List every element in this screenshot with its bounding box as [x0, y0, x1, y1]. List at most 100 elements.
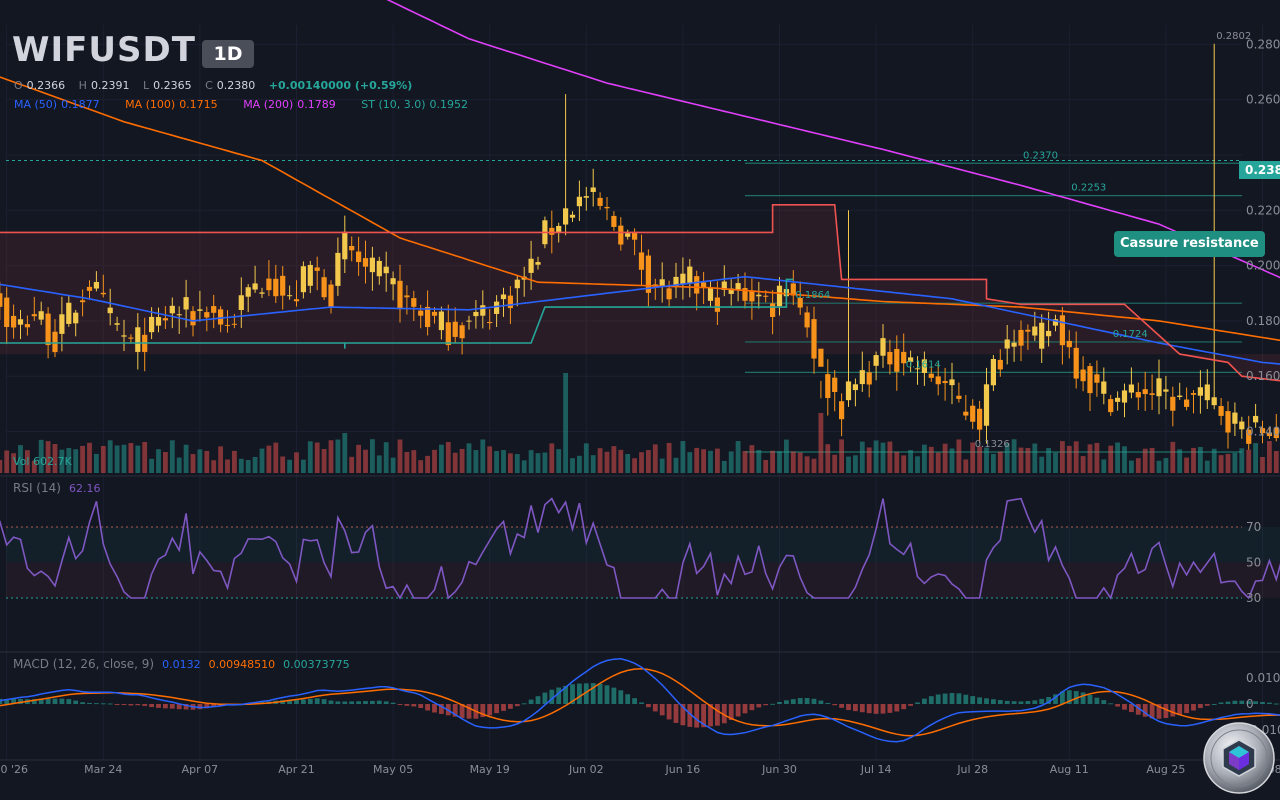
price-axis-tick: 0.200 [1246, 259, 1280, 273]
volume-bar [1273, 451, 1279, 473]
candle-body [397, 280, 403, 310]
volume-bar [811, 458, 817, 473]
macd-histogram-bar [846, 704, 851, 711]
open-value: 0.2366 [26, 79, 66, 92]
volume-bar [1046, 448, 1051, 473]
volume-bar [949, 448, 955, 473]
last-price-marker: 0.2380 [1239, 161, 1280, 179]
volume-bar [1025, 447, 1031, 473]
volume-value: 602.7K [32, 455, 72, 468]
candle-body [604, 206, 610, 209]
macd-axis-tick: 0 [1246, 697, 1254, 711]
macd-histogram-bar [1204, 704, 1210, 706]
macd-legend[interactable]: MACD (12, 26, close, 9) 0.0132 0.00948510 0… [13, 657, 350, 671]
candle-body [873, 355, 879, 366]
candle-body [11, 315, 17, 328]
candle-body [17, 319, 24, 325]
macd-label: MACD (12, 26, close, 9) [13, 657, 155, 671]
macd-axis-tick: 0.010 [1246, 671, 1280, 685]
candle-body [1225, 411, 1231, 433]
volume-bar [1080, 456, 1086, 473]
candle-body [597, 197, 603, 206]
macd-histogram-bar [818, 700, 824, 704]
volume-bar [4, 450, 10, 473]
candle-body [845, 381, 852, 401]
candle-body [114, 323, 120, 325]
ma200-label[interactable]: MA (200) [243, 98, 293, 111]
volume-bar [452, 452, 458, 473]
candle-body [563, 208, 569, 225]
volume-bar [563, 373, 568, 473]
candle-body [45, 313, 51, 346]
volume-bar [397, 439, 403, 473]
macd-histogram-bar [494, 704, 499, 714]
candle-body [1066, 340, 1072, 348]
breakout-annotation: Cassure resistance [1114, 231, 1265, 257]
macd-histogram-bar [142, 704, 148, 706]
volume-bar [784, 439, 789, 473]
candle-body [459, 325, 465, 339]
macd-histogram-bar [556, 687, 562, 704]
volume-bar [832, 454, 838, 473]
volume-bar [984, 447, 989, 473]
macd-histogram-bar [804, 697, 810, 704]
volume-bar [314, 442, 320, 473]
volume-bar [991, 453, 996, 473]
macd-histogram-bar [342, 701, 348, 704]
candle-body [287, 295, 293, 297]
candle-body [707, 287, 714, 301]
volume-bar [1032, 443, 1038, 473]
macd-histogram-bar [301, 699, 306, 704]
macd-histogram-bar [839, 704, 844, 708]
low-value: 0.2365 [153, 79, 192, 92]
candle-body [687, 266, 693, 283]
timeframe-badge[interactable]: 1D [202, 40, 254, 68]
ohlc-legend: O 0.2366 H 0.2391 L 0.2365 C 0.2380 +0.00140… [14, 79, 412, 92]
supertrend-label[interactable]: ST (10, 3.0) [361, 98, 425, 111]
macd-histogram-bar [1260, 701, 1265, 704]
volume-bar [1211, 448, 1217, 473]
candle-body [770, 303, 776, 317]
volume-bar [797, 452, 803, 473]
candle-body [811, 319, 817, 359]
candle-body [818, 348, 824, 367]
macd-histogram-bar [887, 704, 893, 713]
macd-histogram-bar [501, 704, 506, 711]
volume-bar [770, 450, 775, 473]
macd-histogram-bar [94, 703, 99, 705]
volume-bar [839, 439, 844, 473]
time-axis-tick: Jul 14 [860, 763, 892, 776]
macd-histogram-bar [156, 704, 161, 708]
macd-histogram-bar [1253, 701, 1258, 704]
macd-histogram-bar [577, 683, 582, 704]
macd-histogram-bar [859, 704, 865, 713]
macd-histogram-bar [901, 704, 907, 710]
volume-bar [749, 445, 755, 473]
volume-bar [1060, 441, 1065, 473]
candle-body [300, 266, 306, 293]
candle-body [763, 295, 769, 297]
ma100-label[interactable]: MA (100) [125, 98, 175, 111]
candle-body [4, 297, 10, 327]
volume-bar [1011, 439, 1017, 473]
macd-histogram-bar [508, 704, 513, 709]
macd-histogram-bar [128, 704, 134, 706]
macd-histogram-bar [673, 704, 679, 723]
ma50-label[interactable]: MA (50) [14, 98, 57, 111]
symbol-title[interactable]: WIFUSDT [12, 30, 196, 70]
candle-body [183, 297, 189, 310]
macd-histogram-bar [1267, 702, 1272, 704]
volume-bar [928, 446, 934, 473]
volume-bar [942, 443, 948, 473]
volume-bar [197, 449, 203, 473]
volume-bar [1170, 441, 1176, 473]
macd-histogram-bar [625, 694, 631, 704]
candle-body [190, 311, 196, 326]
high-value: 0.2391 [90, 79, 130, 92]
candle-body [1080, 369, 1086, 382]
volume-bar [473, 450, 479, 473]
rsi-legend[interactable]: RSI (14) 62.16 [13, 481, 100, 495]
candle-body [1101, 381, 1107, 394]
volume-bar [735, 440, 741, 473]
candle-body [576, 196, 582, 207]
